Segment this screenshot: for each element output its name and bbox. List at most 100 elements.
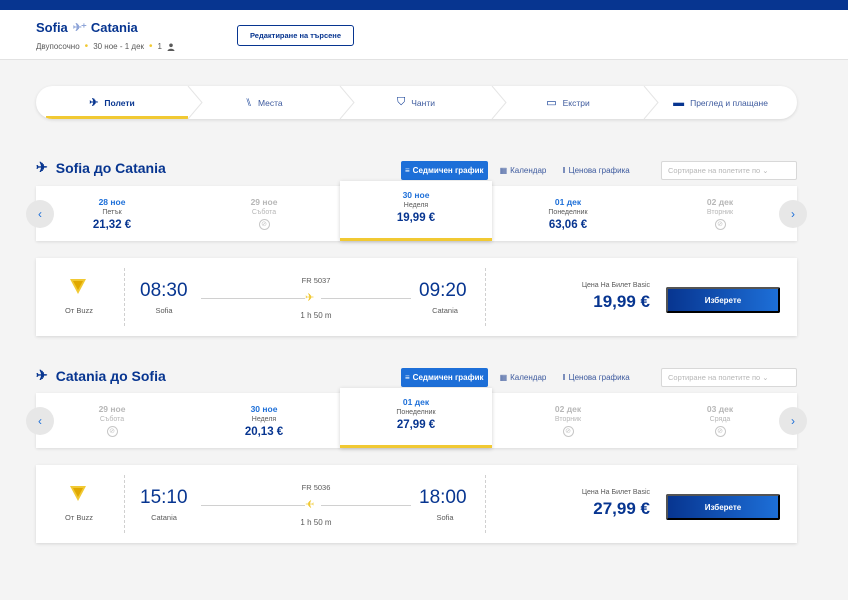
date-option[interactable]: 28 ное Петък 21,32 € (36, 186, 188, 241)
step-label: Чанти (411, 97, 435, 108)
flight-number: FR 5036 (301, 483, 331, 492)
inbound-flight-card[interactable]: От Buzz 15:10 Catania FR 5036 ✈ 1 h 50 m… (36, 465, 797, 543)
bar-chart-icon: ‖ (562, 373, 566, 382)
step-seats[interactable]: ⑊ Места (188, 86, 340, 119)
flight-duration: 1 h 50 m (300, 518, 332, 527)
outbound-view-tabs: ≡ Седмичен график ▦ Календар ‖ Ценова графи… (401, 161, 634, 180)
date-label: 01 дек (554, 197, 582, 207)
date-option: 02 дек Вторник ⊘ (644, 186, 796, 241)
step-review-payment[interactable]: ▬ Преглед и плащане (644, 86, 797, 119)
plane-icon: ✈ (305, 292, 315, 304)
operator-label: От Buzz (64, 306, 94, 315)
date-price: 19,99 € (396, 212, 436, 224)
date-price: 21,32 € (92, 219, 132, 231)
plane-route-icon: ✈⁺ (72, 22, 87, 34)
route-line (201, 298, 305, 299)
date-option[interactable]: 30 ное Неделя 20,13 € (188, 393, 340, 448)
date-price: 20,13 € (244, 426, 284, 438)
tab-weekly-schedule[interactable]: ≡ Седмичен график (401, 161, 488, 180)
separator-dot-icon: • (149, 41, 153, 52)
trip-info: Двупосочно • 30 ное - 1 дек • 1 (36, 41, 175, 52)
trip-dates: 30 ное - 1 дек (93, 42, 145, 51)
inbound-view-tabs: ≡ Седмичен график ▦ Календар ‖ Ценова графи… (401, 368, 634, 387)
date-price: 63,06 € (548, 219, 588, 231)
weekday-label: Вторник (554, 416, 582, 423)
departure-city: Catania (151, 513, 177, 522)
outbound-sort-select[interactable]: Сортиране на полетите по ⌄ (661, 161, 797, 180)
arrival-city: Catania (432, 306, 458, 315)
separator-dot-icon: • (84, 41, 89, 52)
booking-steps: ✈ Полети ⑊ Места ⛉ Чанти ▭ Екстри ▬ Прег… (36, 86, 797, 119)
arrival-time: 09:20 (419, 280, 467, 301)
tab-price-chart[interactable]: ‖ Ценова графика (558, 368, 633, 387)
bag-icon: ⛉ (397, 96, 406, 108)
inbound-date-strip: ‹ 29 ное Събота ⊘ 30 ное Неделя 20,13 € … (26, 388, 807, 448)
tab-weekly-schedule[interactable]: ≡ Седмичен график (401, 368, 488, 387)
step-label: Екстри (562, 97, 590, 108)
next-dates-arrow-icon[interactable]: › (779, 407, 807, 435)
weekday-label: Неделя (251, 416, 277, 423)
outbound-section-title: ✈ Sofia до Catania (36, 159, 166, 176)
trip-type: Двупосочно (36, 42, 80, 51)
seat-icon: ⑊ (245, 96, 252, 109)
select-flight-button[interactable]: Изберете (666, 287, 780, 313)
select-flight-button[interactable]: Изберете (666, 494, 780, 520)
card-icon: ▬ (673, 96, 685, 109)
date-option[interactable]: 01 дек Понеделник 63,06 € (492, 186, 644, 241)
step-label: Преглед и плащане (690, 97, 768, 108)
plane-icon: ✈ (305, 499, 315, 511)
date-option: 02 дек Вторник ⊘ (492, 393, 644, 448)
bar-chart-icon: ‖ (562, 166, 566, 175)
chevron-down-icon: ⌄ (762, 166, 769, 175)
no-flights-icon: ⊘ (258, 219, 270, 230)
date-label: 01 дек (402, 397, 430, 407)
inbound-sort-select[interactable]: Сортиране на полетите по ⌄ (661, 368, 797, 387)
inbound-section-title: ✈ Catania до Sofia (36, 367, 166, 384)
plane-icon: ✈ (89, 97, 99, 109)
divider (124, 475, 125, 533)
origin-city: Sofia (36, 20, 68, 35)
airline-logo-icon (70, 486, 86, 501)
sort-placeholder: Сортиране на полетите по (668, 373, 761, 382)
date-option-selected[interactable]: 30 ное Неделя 19,99 € (340, 181, 492, 241)
tab-label: Ценова графика (568, 166, 630, 175)
date-option: 03 дек Сряда ⊘ (644, 393, 796, 448)
edit-search-button[interactable]: Редактиране на търсене (237, 25, 354, 46)
tab-calendar[interactable]: ▦ Календар (496, 161, 551, 180)
flight-number: FR 5037 (301, 276, 331, 285)
next-dates-arrow-icon[interactable]: › (779, 200, 807, 228)
prev-dates-arrow-icon[interactable]: ‹ (26, 200, 54, 228)
weekday-label: Сряда (709, 416, 731, 423)
tab-label: Ценова графика (568, 373, 630, 382)
weekday-label: Неделя (403, 202, 429, 209)
route-line (321, 505, 411, 506)
date-option-selected[interactable]: 01 дек Понеделник 27,99 € (340, 388, 492, 448)
date-label: 29 ное (98, 404, 126, 414)
step-bags[interactable]: ⛉ Чанти (340, 86, 492, 119)
monitor-icon: ▭ (546, 97, 557, 109)
fare-type-label: Цена На Билет Basic (581, 282, 650, 289)
tab-price-chart[interactable]: ‖ Ценова графика (558, 161, 633, 180)
weekday-label: Понеделник (396, 409, 436, 416)
no-flights-icon: ⊘ (562, 426, 574, 437)
calendar-icon: ▦ (499, 373, 508, 382)
route-line (321, 298, 411, 299)
weekday-label: Събота (251, 209, 277, 216)
route-line (201, 505, 305, 506)
date-label: 02 дек (706, 197, 734, 207)
step-extras[interactable]: ▭ Екстри (492, 86, 644, 119)
takeoff-icon: ✈ (36, 159, 48, 175)
departure-city: Sofia (155, 306, 173, 315)
tab-calendar[interactable]: ▦ Календар (496, 368, 551, 387)
route-title: Sofia ✈⁺ Catania (36, 20, 138, 35)
takeoff-icon: ✈ (36, 367, 48, 383)
date-label: 28 ное (98, 197, 126, 207)
tab-label: Седмичен график (412, 166, 484, 175)
date-label: 03 дек (706, 404, 734, 414)
no-flights-icon: ⊘ (714, 426, 726, 437)
flight-duration: 1 h 50 m (300, 311, 332, 320)
date-label: 02 дек (554, 404, 582, 414)
step-flights[interactable]: ✈ Полети (36, 86, 188, 119)
outbound-flight-card[interactable]: От Buzz 08:30 Sofia FR 5037 ✈ 1 h 50 m 0… (36, 258, 797, 336)
prev-dates-arrow-icon[interactable]: ‹ (26, 407, 54, 435)
